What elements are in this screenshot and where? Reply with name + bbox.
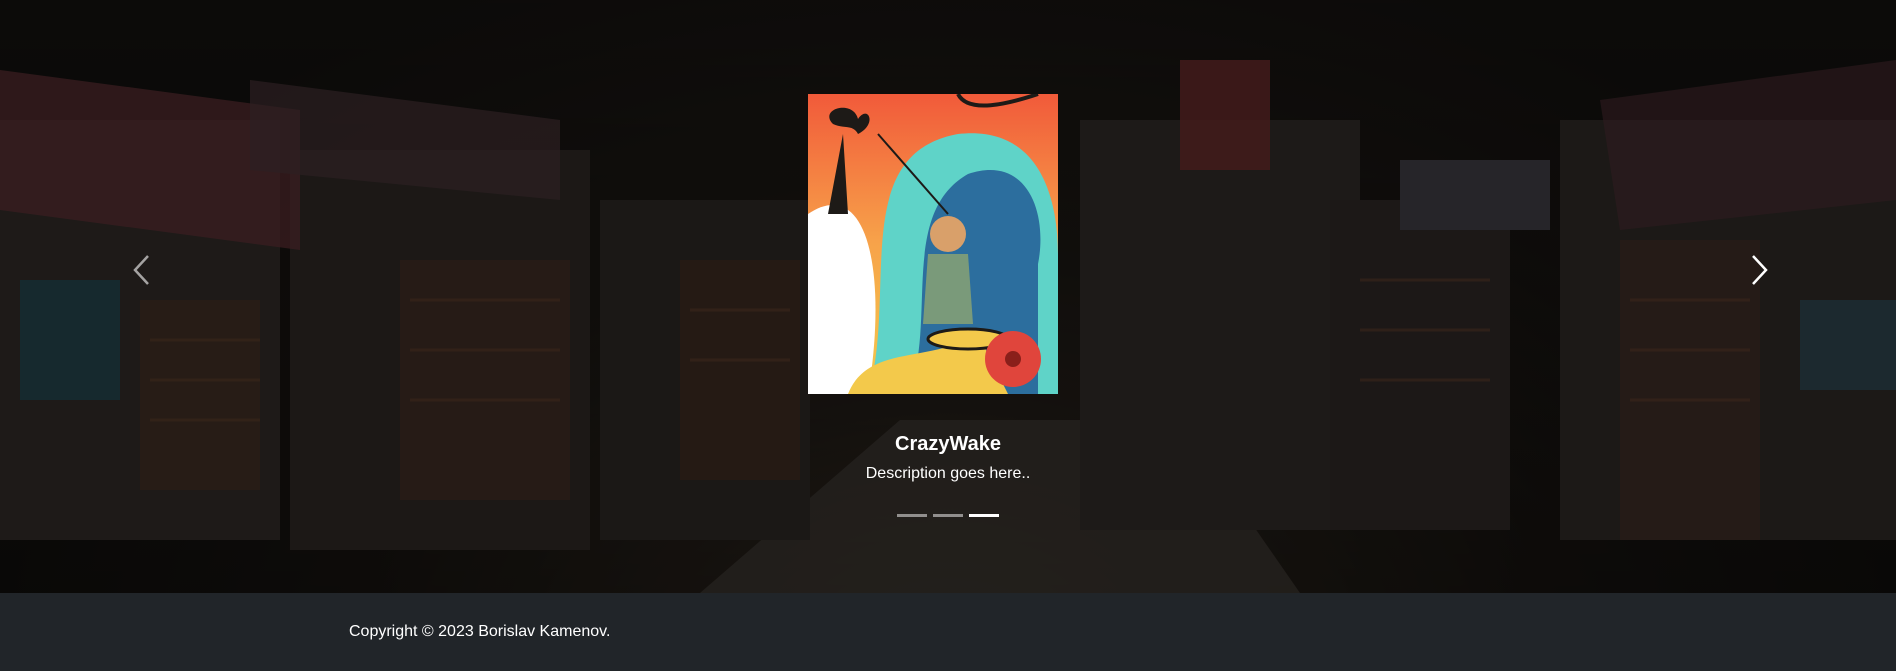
chevron-left-icon: [133, 255, 149, 285]
carousel-slide: CrazyWake Description goes here..: [0, 0, 1896, 593]
hero-carousel: CrazyWake Description goes here..: [0, 0, 1896, 593]
carousel-indicators: [0, 514, 1896, 517]
carousel-indicator-2[interactable]: [933, 514, 963, 517]
slide-caption: CrazyWake Description goes here..: [0, 432, 1896, 484]
chevron-right-icon: [1752, 255, 1768, 285]
crazywake-artwork-image: [808, 94, 1058, 394]
copyright-text: Copyright © 2023 Borislav Kamenov.: [349, 623, 611, 640]
carousel-prev-button[interactable]: [122, 250, 162, 290]
carousel-indicator-1[interactable]: [897, 514, 927, 517]
page-footer: Copyright © 2023 Borislav Kamenov.: [0, 593, 1896, 671]
slide-description: Description goes here..: [865, 465, 1031, 482]
slide-title: CrazyWake: [895, 433, 1001, 455]
carousel-next-button[interactable]: [1739, 250, 1779, 290]
carousel-indicator-3[interactable]: [969, 514, 999, 517]
